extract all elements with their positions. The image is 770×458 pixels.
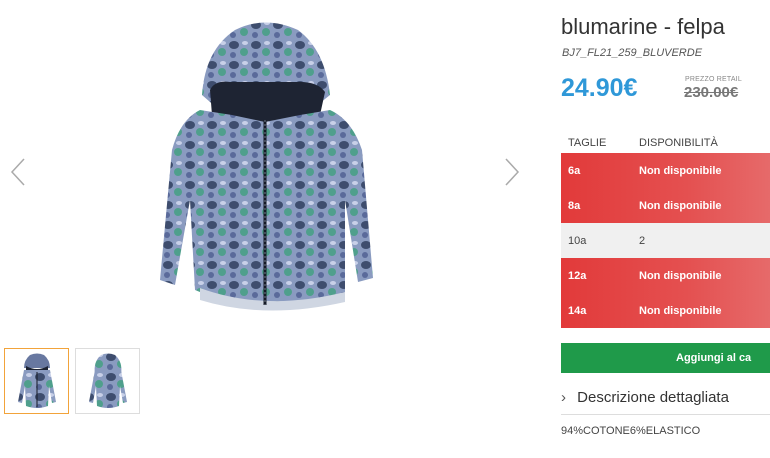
description-toggle-label: Descrizione dettagliata (577, 389, 729, 406)
thumbnail-front[interactable] (4, 348, 69, 414)
retail-price-label: PREZZO RETAIL (685, 76, 742, 83)
add-to-cart-button[interactable]: Aggiungi al ca (561, 343, 770, 373)
thumbnail-strip (4, 348, 140, 414)
size-label: 12a (568, 269, 587, 282)
size-row[interactable]: 14a Non disponibile (561, 293, 770, 328)
size-label: 8a (568, 199, 581, 212)
size-row[interactable]: 12a Non disponibile (561, 258, 770, 293)
size-label: 10a (568, 234, 587, 247)
chevron-right-icon (505, 158, 520, 186)
retail-price: 230.00€ (684, 84, 739, 101)
size-availability: Non disponibile (639, 164, 722, 177)
product-sku: BJ7_FL21_259_BLUVERDE (562, 47, 703, 59)
size-column-header: TAGLIE (568, 137, 607, 149)
thumbnail-back[interactable] (75, 348, 140, 414)
size-availability: Non disponibile (639, 304, 722, 317)
product-price: 24.90€ (561, 74, 638, 102)
size-row[interactable]: 8a Non disponibile (561, 188, 770, 223)
size-row[interactable]: 6a Non disponibile (561, 153, 770, 188)
size-row[interactable]: 10a 2 (561, 223, 770, 258)
product-composition: 94%COTONE6%ELASTICO (561, 425, 701, 437)
size-table: TAGLIE DISPONIBILITÀ 6a Non disponibile … (561, 133, 770, 328)
size-availability: Non disponibile (639, 269, 722, 282)
gallery-prev-button[interactable] (6, 150, 30, 194)
chevron-right-icon: › (561, 389, 566, 406)
gallery-next-button[interactable] (500, 150, 524, 194)
size-availability: 2 (639, 234, 646, 247)
product-gallery (0, 0, 545, 458)
size-label: 14a (568, 304, 587, 317)
description-toggle[interactable]: › Descrizione dettagliata (561, 389, 770, 415)
product-main-image[interactable] (140, 20, 390, 330)
size-label: 6a (568, 164, 581, 177)
availability-column-header: DISPONIBILITÀ (639, 137, 718, 149)
product-title: blumarine - felpa (561, 14, 725, 39)
size-availability: Non disponibile (639, 199, 722, 212)
product-info: blumarine - felpa BJ7_FL21_259_BLUVERDE … (561, 0, 770, 458)
chevron-left-icon (10, 158, 25, 186)
size-table-header: TAGLIE DISPONIBILITÀ (561, 133, 770, 153)
